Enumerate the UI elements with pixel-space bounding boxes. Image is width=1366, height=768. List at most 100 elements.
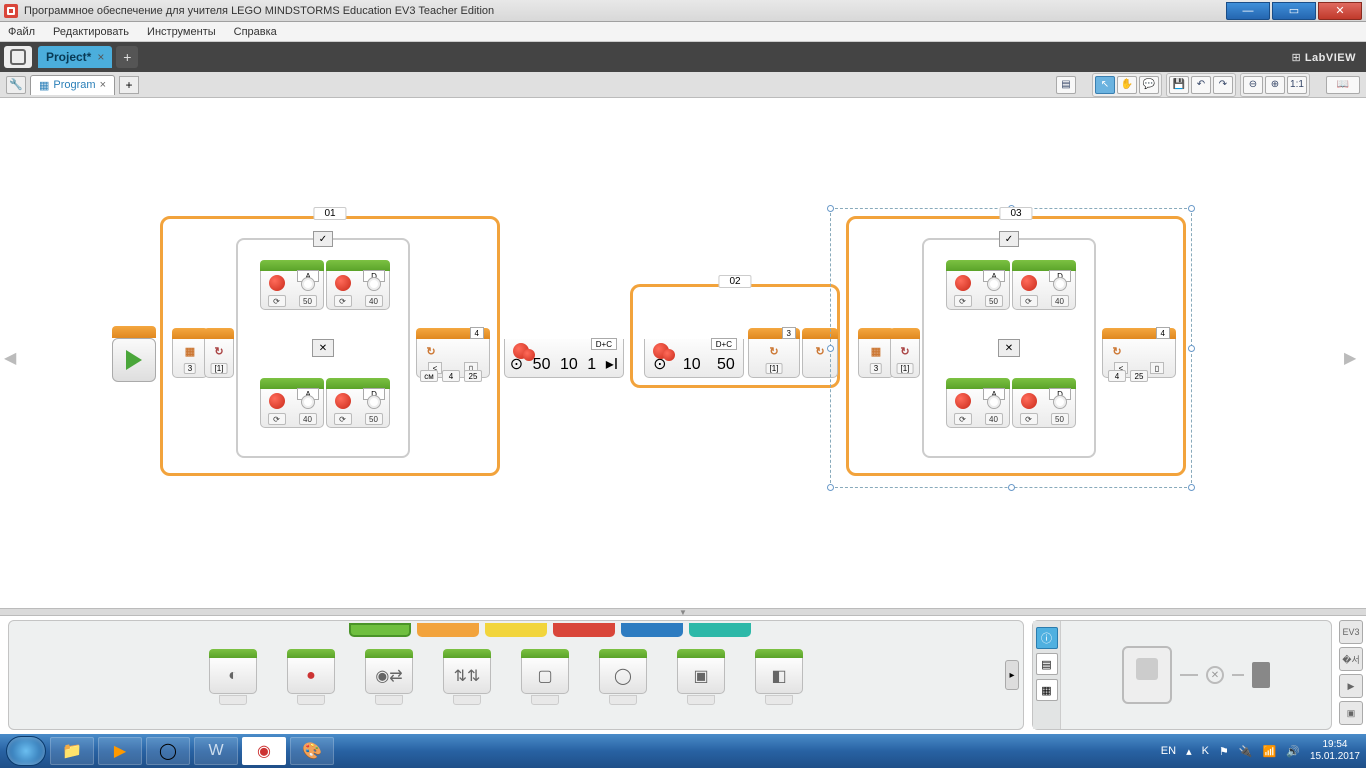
close-button[interactable]: ✕: [1318, 2, 1362, 20]
tray-clock[interactable]: 19:54 15.01.2017: [1310, 739, 1360, 763]
loop-01-exit-p2[interactable]: 25: [464, 370, 482, 382]
start-block[interactable]: [112, 338, 156, 382]
zoom-fit-button[interactable]: 1:1: [1287, 76, 1307, 94]
add-program-button[interactable]: +: [119, 76, 139, 94]
switch-2-true[interactable]: ✓: [999, 231, 1019, 247]
switch-1-false[interactable]: ✕: [312, 339, 334, 357]
disconnect-icon: ✕: [1206, 666, 1224, 684]
switch-1-input-val[interactable]: [1]: [211, 363, 228, 374]
download-button[interactable]: �서: [1339, 647, 1363, 671]
motor-block-d-50[interactable]: D ⟳50: [326, 378, 390, 428]
save-button[interactable]: 💾: [1169, 76, 1189, 94]
tray-lang[interactable]: EN: [1161, 745, 1176, 757]
pan-tool[interactable]: ✋: [1117, 76, 1137, 94]
loop-01-index[interactable]: ▦ 3: [172, 328, 208, 378]
motor-block-a-50[interactable]: A ⟳50: [260, 260, 324, 310]
tray-power-icon[interactable]: 🔌: [1239, 745, 1253, 758]
menu-edit[interactable]: Редактировать: [53, 26, 129, 38]
comment-tool[interactable]: 💬: [1139, 76, 1159, 94]
switch-1-input[interactable]: ↻ [1]: [204, 328, 234, 378]
program-toolbar-row: 🔧 ▦ Program × + ▤ ↖ ✋ 💬 💾 ↶ ↷ ⊖ ⊕ 1:1 📖: [0, 72, 1366, 98]
palette-display[interactable]: ▢: [521, 649, 569, 705]
pointer-tool[interactable]: ↖: [1095, 76, 1115, 94]
tray-network-icon[interactable]: 📶: [1263, 745, 1277, 758]
loop-01-count[interactable]: 3: [184, 363, 196, 374]
zoom-out-button[interactable]: ⊖: [1243, 76, 1263, 94]
taskbar-explorer[interactable]: 📁: [50, 737, 94, 765]
tray-kaspersky-icon[interactable]: K: [1202, 745, 1209, 757]
palette-large-motor[interactable]: ●: [287, 649, 335, 705]
palette-move-steering[interactable]: ◉⇄: [365, 649, 413, 705]
tray-up-icon[interactable]: ▴: [1186, 745, 1192, 758]
loop-02-exit-val[interactable]: [1]: [766, 363, 783, 374]
taskbar-chrome[interactable]: ◯: [146, 737, 190, 765]
start-button[interactable]: [6, 736, 46, 766]
redo-button[interactable]: ↷: [1213, 76, 1233, 94]
maximize-button[interactable]: ▭: [1272, 2, 1316, 20]
palette-tab-flow[interactable]: [417, 623, 479, 637]
undo-button[interactable]: ↶: [1191, 76, 1211, 94]
palette-brick-status[interactable]: ▣: [677, 649, 725, 705]
program-tab[interactable]: ▦ Program ×: [30, 75, 115, 95]
brick-icon[interactable]: [1122, 646, 1172, 704]
switch-2-input[interactable]: ↻[1]: [890, 328, 920, 378]
palette-medium-motor[interactable]: ◐: [209, 649, 257, 705]
program-tab-close[interactable]: ×: [100, 79, 106, 91]
taskbar-paint[interactable]: 🎨: [290, 737, 334, 765]
taskbar-media[interactable]: ▶: [98, 737, 142, 765]
ev3-label[interactable]: EV3: [1339, 620, 1363, 644]
seq-next-arrow[interactable]: ▶: [1344, 348, 1356, 368]
palette-move-tank[interactable]: ⇅⇅: [443, 649, 491, 705]
loop-03-index[interactable]: ▦3: [858, 328, 894, 378]
move-steer-block-2[interactable]: D+C ⊙1050: [644, 328, 744, 378]
motor-block-a-40-b[interactable]: A ⟳40: [946, 378, 1010, 428]
program-tab-label: Program: [53, 79, 95, 91]
project-tab[interactable]: Project* ×: [38, 46, 112, 68]
palette-tab-advanced[interactable]: [621, 623, 683, 637]
taskbar-word[interactable]: W: [194, 737, 238, 765]
move-steer-block-1[interactable]: D+C ⊙50101▸I: [504, 328, 624, 378]
motor-block-a-50-b[interactable]: A ⟳50: [946, 260, 1010, 310]
motor-block-d-50-b[interactable]: D ⟳50: [1012, 378, 1076, 428]
hw-tab-ports[interactable]: ▤: [1036, 653, 1058, 675]
menu-file[interactable]: Файл: [8, 26, 35, 38]
add-project-button[interactable]: +: [116, 46, 138, 68]
switch-2-false[interactable]: ✕: [998, 339, 1020, 357]
palette-screen[interactable]: ◧: [755, 649, 803, 705]
project-settings-button[interactable]: 🔧: [6, 76, 26, 94]
motor-block-d-40-b[interactable]: D ⟳40: [1012, 260, 1076, 310]
home-button[interactable]: [4, 46, 32, 68]
tray-flag-icon[interactable]: ⚑: [1219, 745, 1229, 758]
palette-tab-action[interactable]: [349, 623, 411, 637]
loop-01-exit-unit[interactable]: см: [420, 370, 438, 382]
run-selected-button[interactable]: ▣: [1339, 701, 1363, 725]
document-button[interactable]: ▤: [1056, 76, 1076, 94]
motor-block-d-40[interactable]: D ⟳40: [326, 260, 390, 310]
palette-scroll-right[interactable]: ▸: [1005, 660, 1019, 690]
palette-tab-myblocks[interactable]: [689, 623, 751, 637]
zoom-in-button[interactable]: ⊕: [1265, 76, 1285, 94]
zoom-tool-group: ⊖ ⊕ 1:1: [1240, 73, 1310, 97]
run-button[interactable]: ▶: [1339, 674, 1363, 698]
switch-1-true[interactable]: ✓: [313, 231, 333, 247]
project-strip: Project* × + ⊞ LabVIEW: [0, 42, 1366, 72]
loop-02-exit[interactable]: ↻ [1] 3: [748, 328, 800, 378]
palette-tab-data[interactable]: [553, 623, 615, 637]
splitter[interactable]: [0, 608, 1366, 616]
tray-volume-icon[interactable]: 🔊: [1286, 745, 1300, 758]
menu-help[interactable]: Справка: [234, 26, 277, 38]
taskbar[interactable]: 📁 ▶ ◯ W ◉ 🎨 EN ▴ K ⚑ 🔌 📶 🔊 19:54 15.01.2…: [0, 734, 1366, 768]
project-tab-close[interactable]: ×: [97, 50, 104, 64]
loop-01-exit-p1[interactable]: 4: [442, 370, 460, 382]
hw-tab-brick[interactable]: ▦: [1036, 679, 1058, 701]
taskbar-ev3[interactable]: ◉: [242, 737, 286, 765]
canvas[interactable]: ◀ ▶ 01 ✓ ✕ ▦ 3 ↻ [1] A ⟳50 D ⟳40 A ⟳40: [0, 98, 1366, 608]
palette-sound[interactable]: ◯: [599, 649, 647, 705]
palette-tab-sensor[interactable]: [485, 623, 547, 637]
seq-prev-arrow[interactable]: ◀: [4, 348, 16, 368]
hw-tab-info[interactable]: ⓘ: [1036, 627, 1058, 649]
motor-block-a-40[interactable]: A ⟳40: [260, 378, 324, 428]
content-editor-button[interactable]: 📖: [1326, 76, 1360, 94]
menu-tools[interactable]: Инструменты: [147, 26, 216, 38]
minimize-button[interactable]: —: [1226, 2, 1270, 20]
